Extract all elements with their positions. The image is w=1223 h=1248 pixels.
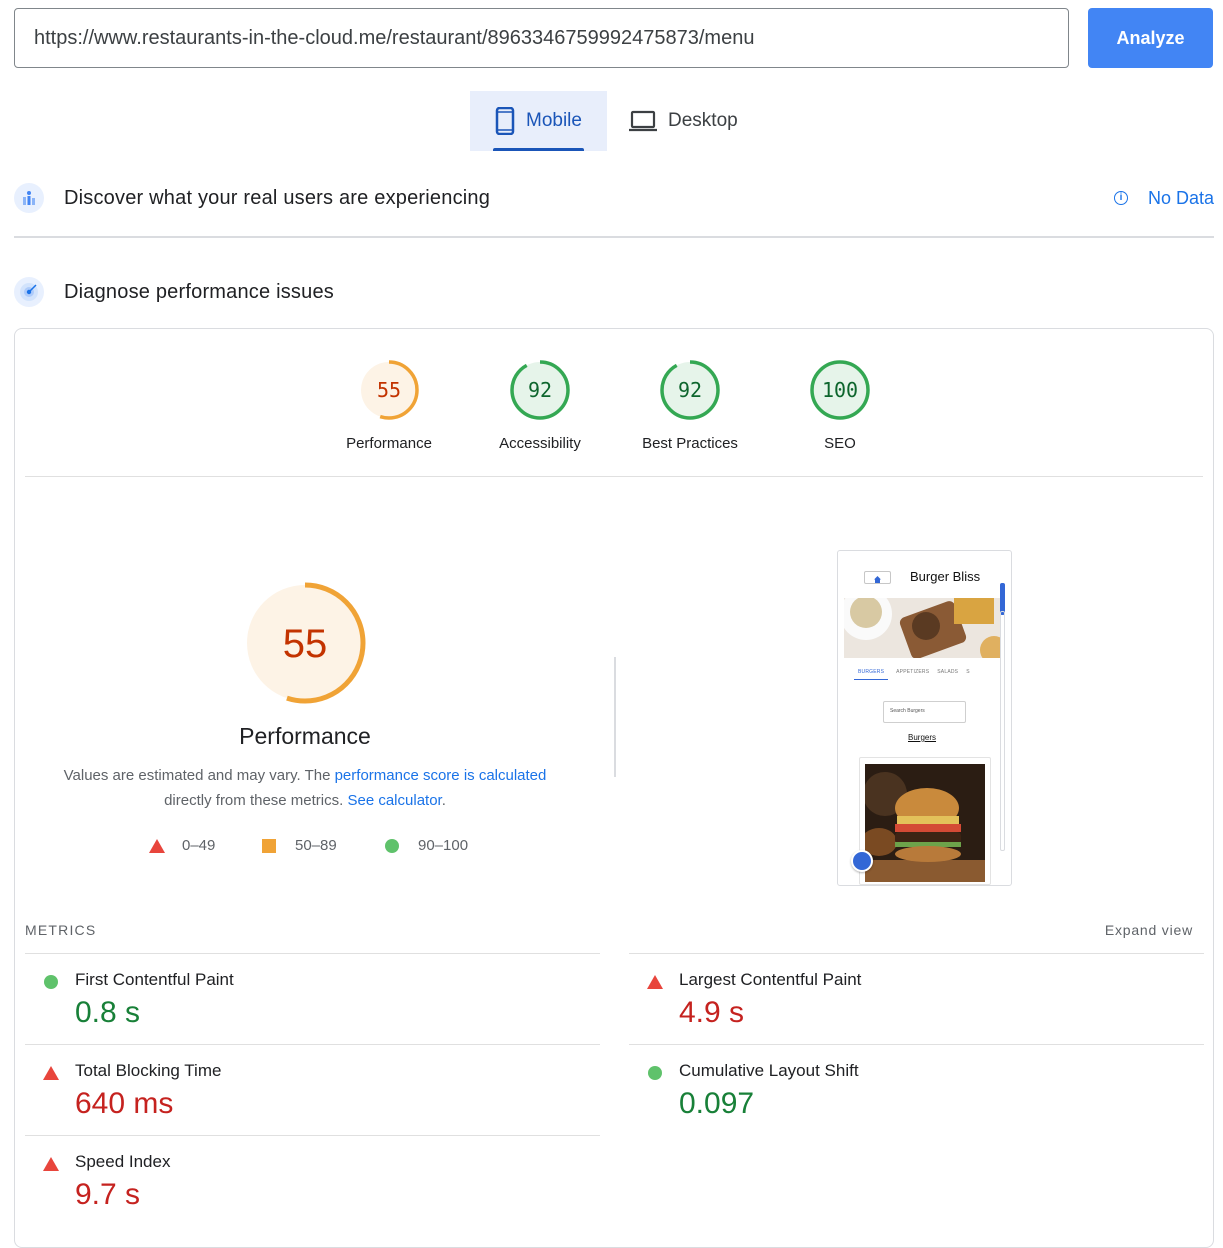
field-data-header: Discover what your real users are experi… [14,183,1214,213]
metric-total-blocking-time: Total Blocking Time 640 ms [25,1044,600,1135]
metric-speed-index: Speed Index 9.7 s [25,1135,600,1226]
legend-item-fail: 0–49 [149,837,215,854]
no-data-label: No Data [1147,187,1214,208]
square-icon [262,838,276,853]
score-label: Accessibility [499,435,581,452]
metric-cumulative-layout-shift: Cumulative Layout Shift 0.097 [629,1044,1204,1135]
preview-fab-icon [851,850,873,872]
score-label: Performance [346,435,432,452]
legend-item-average: 50–89 [262,837,337,854]
report-card: 55 Performance 92 Accessibility 92 Best … [14,328,1214,1248]
active-tab-indicator [493,148,584,151]
tab-mobile-label: Mobile [526,110,582,131]
metrics-heading: METRICS [25,922,97,938]
score-divider [25,476,1203,477]
preview-scroll-track [1000,611,1005,851]
score-value: 100 [822,378,858,402]
home-icon [864,571,891,584]
score-gauge-performance[interactable]: 55 Performance [319,359,459,452]
expand-view-toggle[interactable]: Expand view [1105,922,1193,938]
gauge-ring: 92 [660,360,720,420]
legend-item-pass: 90–100 [385,837,468,854]
users-chart-icon [14,183,44,213]
preview-tab: SALADS [937,669,959,675]
pass-circle-icon [44,975,58,989]
info-icon: i [1113,191,1128,205]
metric-name: Cumulative Layout Shift [679,1061,859,1080]
performance-score: 55 [283,622,328,666]
metric-name: Total Blocking Time [75,1061,222,1080]
score-label: SEO [824,435,856,452]
target-icon [14,277,44,307]
diagnose-header: Diagnose performance issues [14,277,1214,307]
pass-circle-icon [648,1066,662,1080]
performance-title: Performance [239,723,371,749]
tab-desktop[interactable]: Desktop [626,91,766,151]
section-divider [14,236,1214,238]
preview-tab: APPETIZERS [896,669,930,675]
metric-value: 0.097 [679,1087,755,1120]
no-data-link[interactable]: i No Data [1113,187,1214,209]
circle-icon [385,838,399,853]
laptop-icon [629,110,657,132]
preview-search: Search Burgers [883,701,966,723]
gauge-ring: 92 [510,360,570,420]
performance-description: Values are estimated and may vary. The p… [45,763,565,813]
metric-first-contentful-paint: First Contentful Paint 0.8 s [25,953,600,1044]
vertical-divider [614,657,616,777]
hero-image [844,598,1000,658]
performance-gauge: 55 [244,582,366,704]
metric-value: 640 ms [75,1087,174,1120]
preview-brand: Burger Bliss [910,569,981,584]
analyze-button[interactable]: Analyze [1088,8,1213,68]
field-data-title: Discover what your real users are experi… [64,186,491,209]
score-value: 92 [678,378,702,402]
score-label: Best Practices [642,435,738,452]
metric-name: First Contentful Paint [75,970,234,989]
score-gauge-best-practices[interactable]: 92 Best Practices [620,359,760,452]
score-gauge-seo[interactable]: 100 SEO [770,359,910,452]
gauge-ring: 100 [810,360,870,420]
desc-text: directly from these metrics. [164,792,348,809]
fail-triangle-icon [647,975,663,989]
metric-value: 4.9 s [679,996,745,1029]
desc-text: . [441,792,446,809]
tab-desktop-label: Desktop [668,110,738,131]
legend-label: 90–100 [418,837,469,854]
smartphone-icon [495,107,515,135]
page-screenshot-preview[interactable]: Burger Bliss BURGERS APPETIZERS SALADS S… [837,550,1012,886]
score-value: 55 [377,378,401,402]
tab-mobile[interactable]: Mobile [470,91,607,151]
burger-image [865,764,985,882]
diagnose-title: Diagnose performance issues [64,280,334,303]
legend-label: 50–89 [295,837,337,854]
metric-value: 9.7 s [75,1178,141,1211]
legend-label: 0–49 [182,837,216,854]
metric-largest-contentful-paint: Largest Contentful Paint 4.9 s [629,953,1204,1044]
preview-tabs: BURGERS APPETIZERS SALADS S [854,669,970,680]
url-input[interactable] [14,8,1069,68]
score-calculation-link[interactable]: performance score is calculated [335,767,547,784]
see-calculator-link[interactable]: See calculator [347,792,441,809]
metric-name: Largest Contentful Paint [679,970,862,989]
preview-tab: S [966,669,970,675]
metric-value: 0.8 s [75,996,141,1029]
fail-triangle-icon [43,1157,59,1171]
metric-name: Speed Index [75,1152,171,1171]
desc-text: Values are estimated and may vary. The [63,767,335,784]
fail-triangle-icon [43,1066,59,1080]
preview-tab: BURGERS [854,669,889,680]
score-gauge-accessibility[interactable]: 92 Accessibility [470,359,610,452]
triangle-icon [149,838,165,853]
preview-category: Burgers [908,733,937,742]
score-value: 92 [528,378,552,402]
gauge-ring: 55 [359,360,419,420]
